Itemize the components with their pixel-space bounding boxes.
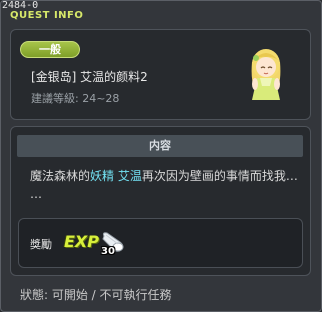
quest-name: [金银岛] 艾温的颜料2 xyxy=(31,70,148,84)
description-text-suffix: 再次因为壁画的事情而找我… xyxy=(141,169,298,183)
quest-status: 狀態: 可開始 / 不可執行任務 xyxy=(20,288,172,302)
exp-amount: 30 xyxy=(101,246,115,257)
content-header: 内容 xyxy=(17,135,303,157)
npc-type-highlight[interactable]: 妖精 xyxy=(90,169,114,183)
npc-portrait-icon xyxy=(251,49,281,100)
reward-label: 獎勵 xyxy=(30,238,52,251)
description-text: 魔法森林的 xyxy=(30,169,91,183)
quest-category-badge: 一般 xyxy=(20,41,80,58)
reward-box xyxy=(18,218,303,268)
exp-label: EXP xyxy=(64,232,99,251)
recommended-level: 建議等級: 24~28 xyxy=(31,92,120,105)
npc-name-highlight[interactable]: 艾温 xyxy=(118,169,142,183)
window-title: QUEST INFO xyxy=(10,10,84,21)
quest-description: 魔法森林的妖精 艾温再次因为壁画的事情而找我… … xyxy=(30,167,304,203)
description-continuation: … xyxy=(30,187,42,201)
